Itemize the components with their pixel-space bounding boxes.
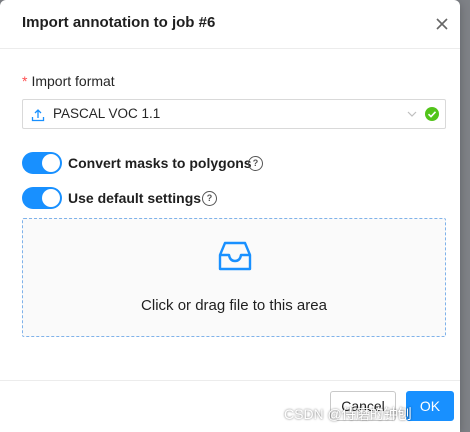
check-circle-icon <box>425 107 439 121</box>
required-mark: * <box>22 73 28 89</box>
import-format-label-text: Import format <box>31 73 115 89</box>
import-format-value: PASCAL VOC 1.1 <box>53 106 161 121</box>
use-default-settings-switch[interactable] <box>22 187 62 209</box>
dropzone-text: Click or drag file to this area <box>141 297 327 314</box>
convert-masks-label: Convert masks to polygons <box>68 155 252 171</box>
dialog-title: Import annotation to job #6 <box>22 14 216 31</box>
upload-icon <box>31 109 45 122</box>
import-annotation-dialog: Import annotation to job #6 * Import form… <box>0 0 460 432</box>
switch-knob <box>42 154 60 172</box>
watermark-text: CSDN @侍磨的钟刨 <box>284 406 412 422</box>
import-format-select[interactable]: PASCAL VOC 1.1 <box>22 99 446 129</box>
help-icon[interactable]: ? <box>202 191 217 206</box>
dialog-header: Import annotation to job #6 <box>0 0 460 49</box>
help-icon[interactable]: ? <box>248 156 263 171</box>
ok-button[interactable]: OK <box>406 391 454 421</box>
convert-masks-switch[interactable] <box>22 152 62 174</box>
switch-knob <box>42 189 60 207</box>
import-format-label: * Import format <box>22 73 115 89</box>
file-dropzone[interactable]: Click or drag file to this area <box>22 218 446 337</box>
inbox-icon <box>218 241 252 271</box>
chevron-down-icon[interactable] <box>407 110 417 118</box>
close-icon[interactable] <box>432 14 452 34</box>
use-default-settings-label: Use default settings <box>68 190 202 206</box>
